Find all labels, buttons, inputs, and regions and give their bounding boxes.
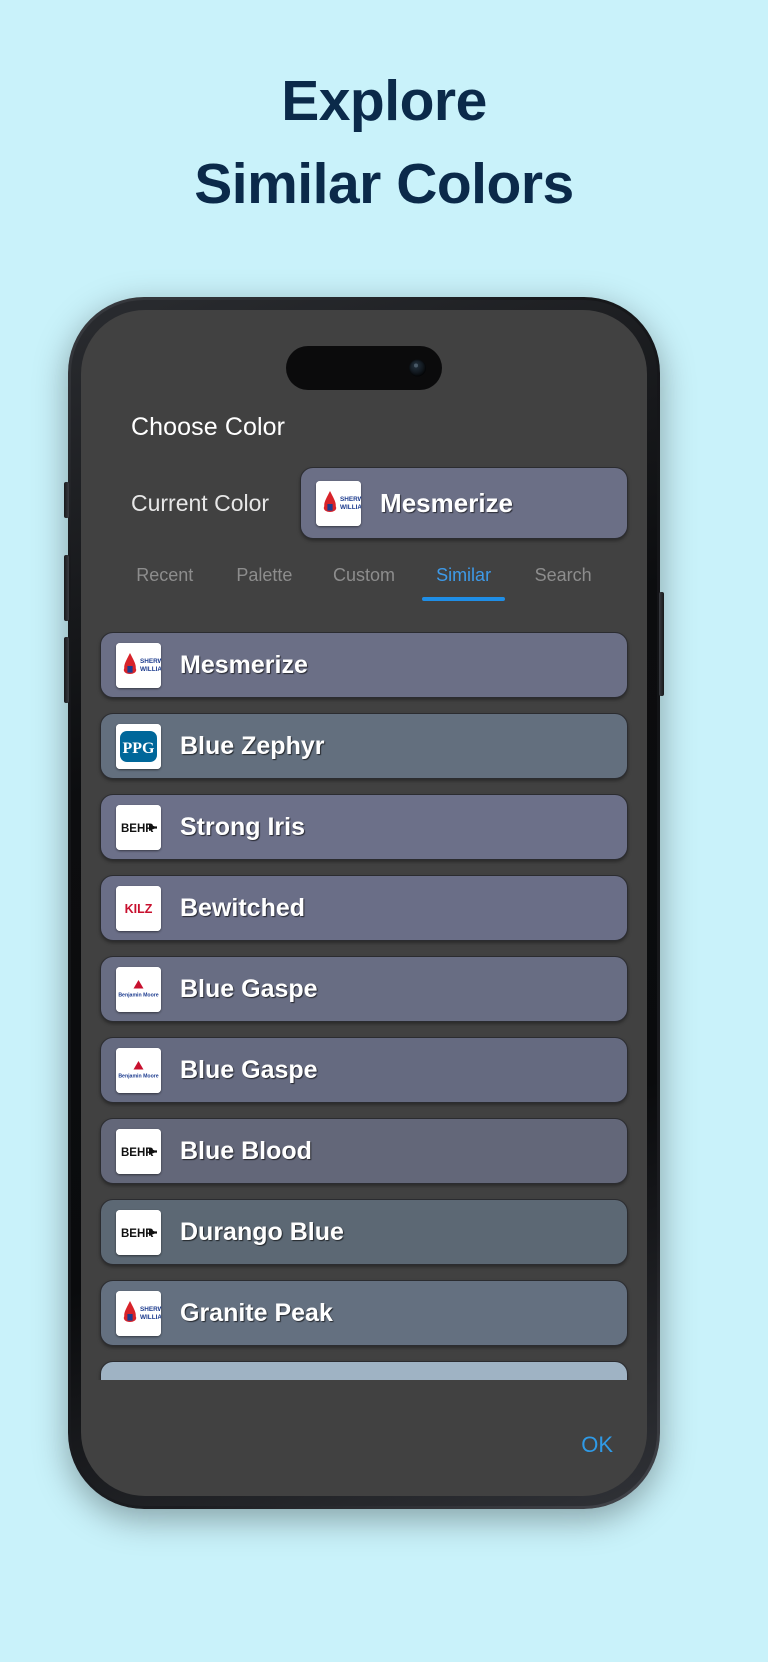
sherwin-williams-logo-icon: SHERWIN WILLIAMS	[316, 480, 362, 526]
color-list-item[interactable]: PPG Blue Zephyr	[100, 713, 628, 779]
color-list-item[interactable]: SHERWINWILLIAMS Mesmerize	[100, 632, 628, 698]
color-name: Blue Blood	[180, 1136, 312, 1165]
color-list-item[interactable]: KILZ Bewitched	[100, 875, 628, 941]
tab-palette[interactable]: Palette	[215, 565, 315, 601]
current-color-row: Current Color SHERWIN WILLIAMS Mesmerize	[81, 467, 647, 539]
phone-mockup: Choose Color Current Color SHERWIN WILLI…	[64, 297, 664, 1509]
color-name: Blue Gaspe	[180, 1055, 318, 1084]
tab-search[interactable]: Search	[513, 565, 613, 601]
color-list-item[interactable]	[100, 1361, 628, 1380]
color-name: Bewitched	[180, 893, 306, 922]
color-name: Blue Gaspe	[180, 974, 318, 1003]
similar-colors-list[interactable]: SHERWINWILLIAMSMesmerizePPGBlue ZephyrBE…	[81, 632, 647, 1380]
phone-screen: Choose Color Current Color SHERWIN WILLI…	[81, 310, 647, 1496]
page-title: Choose Color	[131, 413, 286, 441]
svg-text:SHERWIN: SHERWIN	[140, 1306, 161, 1313]
color-list-item[interactable]: BEHR Strong Iris	[100, 794, 628, 860]
benjamin-moore-logo-icon: Benjamin Moore	[116, 1047, 161, 1093]
svg-text:PPG: PPG	[123, 740, 156, 757]
tab-recent[interactable]: Recent	[115, 565, 215, 601]
color-list-item[interactable]: BEHR Blue Blood	[100, 1118, 628, 1184]
svg-text:KILZ: KILZ	[125, 902, 153, 916]
phone-silent-switch[interactable]	[64, 482, 69, 518]
ok-button[interactable]: OK	[581, 1432, 613, 1458]
behr-logo-icon: BEHR	[116, 804, 161, 850]
svg-text:WILLIAMS: WILLIAMS	[140, 1314, 161, 1321]
sherwin-williams-logo-icon: SHERWINWILLIAMS	[116, 642, 161, 688]
color-name: Strong Iris	[180, 812, 306, 841]
color-name: Granite Peak	[180, 1298, 333, 1327]
dynamic-island	[286, 346, 442, 390]
ppg-logo-icon: PPG	[116, 723, 161, 769]
color-list-item[interactable]: SHERWINWILLIAMS Granite Peak	[100, 1280, 628, 1346]
svg-text:WILLIAMS: WILLIAMS	[140, 666, 161, 673]
svg-text:Benjamin Moore: Benjamin Moore	[118, 992, 158, 998]
color-picker-dialog: Choose Color Current Color SHERWIN WILLI…	[81, 310, 647, 1496]
current-color-name: Mesmerize	[380, 487, 514, 518]
color-name: Blue Zephyr	[180, 731, 325, 760]
tab-bar: Recent Palette Custom Similar Search	[101, 565, 627, 601]
marketing-headline: Explore Similar Colors	[0, 0, 768, 225]
sherwin-williams-logo-icon: SHERWINWILLIAMS	[116, 1290, 161, 1336]
headline-line-2: Similar Colors	[194, 151, 574, 216]
current-color-field[interactable]: SHERWIN WILLIAMS Mesmerize	[300, 467, 628, 539]
behr-logo-icon: BEHR	[116, 1209, 161, 1255]
color-list-item[interactable]: Benjamin Moore Blue Gaspe	[100, 956, 628, 1022]
kilz-logo-icon: KILZ	[116, 885, 161, 931]
phone-volume-up-button[interactable]	[64, 555, 69, 621]
tab-similar[interactable]: Similar	[414, 565, 514, 601]
color-name: Mesmerize	[180, 650, 308, 679]
headline-line-1: Explore	[281, 69, 487, 133]
phone-power-button[interactable]	[659, 592, 664, 696]
svg-text:SHERWIN: SHERWIN	[340, 496, 361, 503]
svg-text:Benjamin Moore: Benjamin Moore	[118, 1073, 158, 1079]
benjamin-moore-logo-icon: Benjamin Moore	[116, 966, 161, 1012]
svg-text:WILLIAMS: WILLIAMS	[340, 504, 361, 511]
behr-logo-icon: BEHR	[116, 1128, 161, 1174]
tab-custom[interactable]: Custom	[314, 565, 414, 601]
current-color-label: Current Color	[131, 489, 270, 516]
color-name: Durango Blue	[180, 1217, 344, 1246]
color-list-item[interactable]: BEHR Durango Blue	[100, 1199, 628, 1265]
svg-text:SHERWIN: SHERWIN	[140, 658, 161, 665]
color-list-item[interactable]: Benjamin Moore Blue Gaspe	[100, 1037, 628, 1103]
front-camera-icon	[409, 359, 426, 377]
phone-volume-down-button[interactable]	[64, 637, 69, 703]
